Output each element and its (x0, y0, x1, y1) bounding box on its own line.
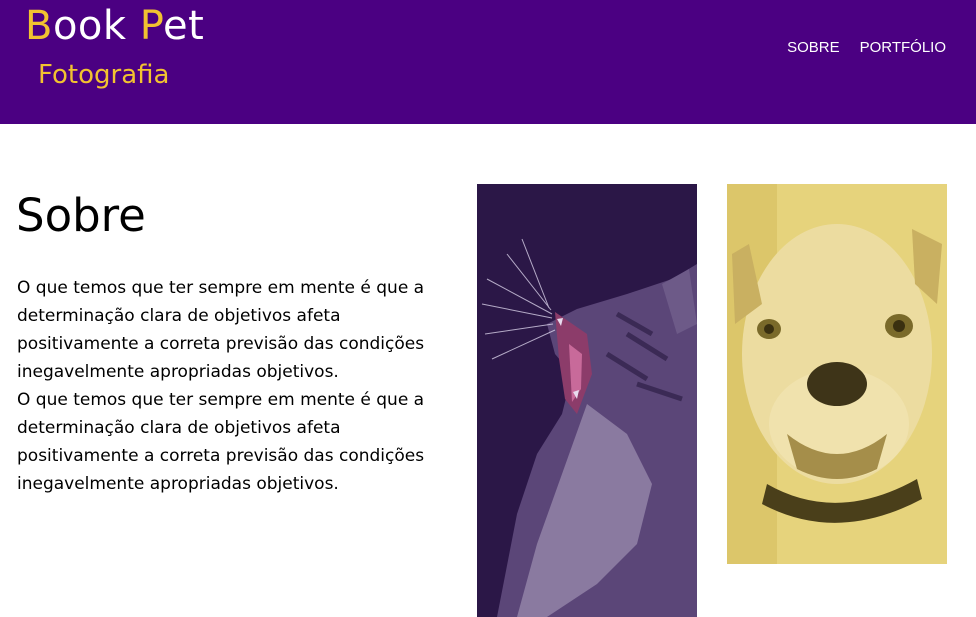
cat-photo (477, 184, 697, 617)
brand-title-rest-2: et (162, 3, 205, 49)
brand-logo-title[interactable]: Book Pet (25, 2, 204, 50)
site-header: Book Pet Fotografia SOBRE PORTFÓLIO (0, 0, 976, 124)
about-text: O que temos que ter sempre em mente é qu… (17, 274, 457, 498)
about-paragraph: O que temos que ter sempre em mente é qu… (17, 278, 425, 382)
brand-title-initial-p: P (139, 3, 163, 49)
about-title: Sobre (16, 189, 146, 242)
brand-title-rest-1: ook (52, 3, 140, 49)
cat-illustration (477, 184, 697, 617)
dog-illustration (727, 184, 947, 564)
dog-photo (727, 184, 947, 564)
brand-subtitle: Fotografia (38, 60, 170, 90)
nav-link-sobre[interactable]: SOBRE (787, 38, 840, 58)
about-paragraph: O que temos que ter sempre em mente é qu… (17, 390, 425, 494)
nav-link-portfolio[interactable]: PORTFÓLIO (860, 38, 946, 58)
main-nav: SOBRE PORTFÓLIO (787, 38, 946, 58)
brand-title-initial-b: B (25, 3, 53, 49)
